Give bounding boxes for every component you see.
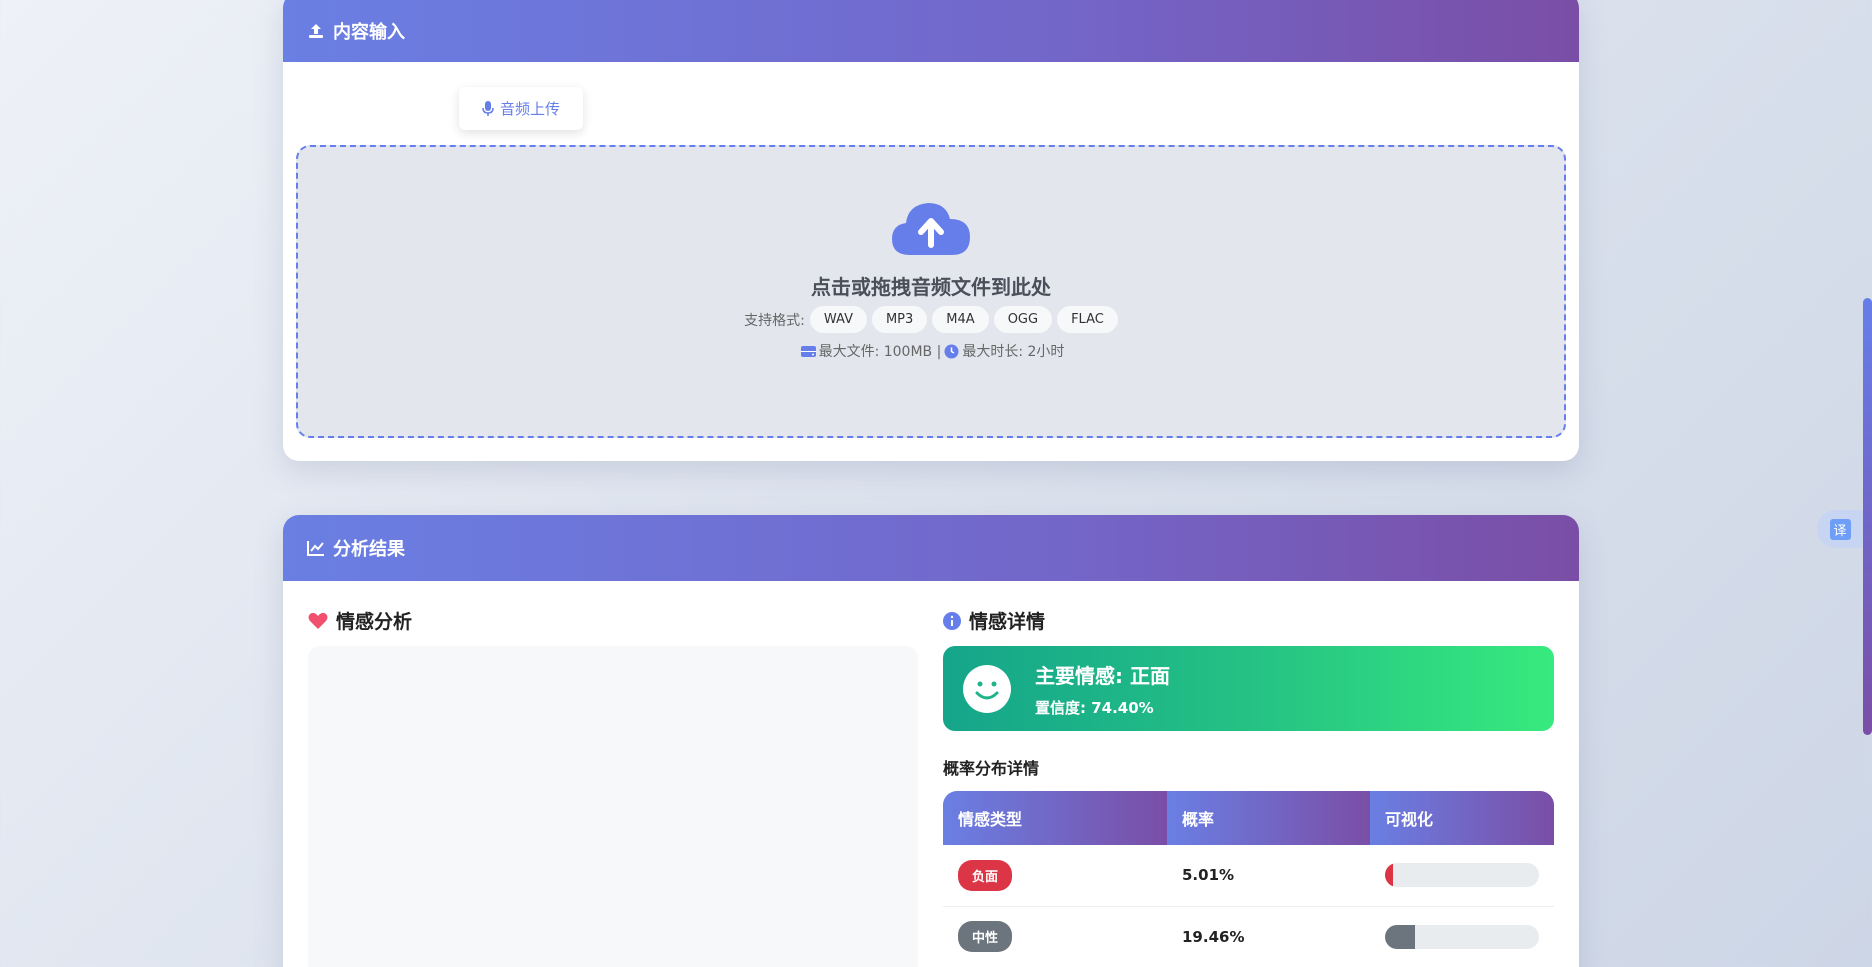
translate-button[interactable]: 译 <box>1817 510 1863 548</box>
hard-drive-icon <box>800 345 816 357</box>
emotion-badge: 中性 <box>958 921 1013 952</box>
input-card-header: 内容输入 <box>283 0 1579 62</box>
sentiment-title-text: 情感分析 <box>336 611 413 633</box>
probability-bar-fill <box>1385 924 1415 949</box>
results-card: 分析结果 情感分析 情感详情 主要情感: 正面 置信度: 74.40% 概率分布… <box>283 515 1579 967</box>
cloud-upload-icon <box>892 203 970 255</box>
dropzone-title: 点击或拖拽音频文件到此处 <box>811 275 1051 299</box>
microphone-icon <box>482 100 494 116</box>
scrollbar-thumb[interactable] <box>1863 298 1872 735</box>
formats-label: 支持格式: <box>744 312 805 329</box>
probability-cell: 5.01% <box>1167 845 1370 907</box>
input-card-title: 内容输入 <box>333 22 405 43</box>
upload-icon <box>309 24 323 38</box>
probability-title: 概率分布详情 <box>943 759 1040 778</box>
main-emotion: 主要情感: 正面 <box>1035 663 1170 688</box>
max-file-size: 最大文件: 100MB | <box>818 344 942 360</box>
line-chart-icon <box>307 541 324 556</box>
translate-icon: 译 <box>1829 518 1851 540</box>
probability-bar <box>1385 863 1539 888</box>
column-header: 可视化 <box>1370 791 1554 845</box>
results-card-header: 分析结果 <box>283 515 1579 581</box>
format-chip: FLAC <box>1057 306 1118 333</box>
confidence: 置信度: 74.40% <box>1035 698 1154 717</box>
probability-bar <box>1385 924 1539 949</box>
upload-limits: 最大文件: 100MB | 最大时长: 2小时 <box>798 341 1065 361</box>
format-chip: M4A <box>932 306 989 333</box>
emotion-badge: 负面 <box>958 859 1013 891</box>
audio-dropzone[interactable]: 点击或拖拽音频文件到此处 支持格式: WAV MP3 M4A OGG FLAC … <box>296 145 1566 438</box>
probability-cell: 19.46% <box>1167 906 1370 967</box>
format-chip: OGG <box>993 306 1053 333</box>
visualization-cell <box>1370 906 1554 967</box>
sentiment-chart-area <box>308 646 918 967</box>
heart-icon <box>308 612 328 629</box>
info-circle-icon <box>943 611 961 630</box>
probability-bar-fill <box>1385 863 1393 888</box>
format-chip: WAV <box>809 306 867 333</box>
max-duration: 最大时长: 2小时 <box>962 344 1065 360</box>
tab-audio-upload[interactable]: 音频上传 <box>459 87 583 130</box>
emotion-type-cell: 中性 <box>943 906 1167 967</box>
clock-icon <box>944 344 959 358</box>
sentiment-analysis-title: 情感分析 <box>308 607 412 634</box>
supported-formats: 支持格式: WAV MP3 M4A OGG FLAC <box>744 306 1118 333</box>
column-header: 情感类型 <box>943 791 1167 845</box>
emotion-details-title: 情感详情 <box>943 607 1045 634</box>
results-card-title: 分析结果 <box>333 539 405 560</box>
main-emotion-banner: 主要情感: 正面 置信度: 74.40% <box>943 646 1554 731</box>
emotion-type-cell: 负面 <box>943 845 1167 907</box>
format-chip: MP3 <box>871 306 928 333</box>
probability-table: 情感类型 概率 可视化 负面 5.01% 中性 19.46% <box>943 791 1554 967</box>
table-row: 负面 5.01% <box>943 845 1554 907</box>
details-title-text: 情感详情 <box>969 611 1046 633</box>
visualization-cell <box>1370 845 1554 907</box>
column-header: 概率 <box>1167 791 1370 845</box>
input-card: 内容输入 音频上传 点击或拖拽音频文件到此处 支持格式: WAV MP3 M4A… <box>283 0 1579 461</box>
tab-audio-label: 音频上传 <box>499 100 560 118</box>
smile-icon <box>963 664 1011 713</box>
table-row: 中性 19.46% <box>943 906 1554 967</box>
